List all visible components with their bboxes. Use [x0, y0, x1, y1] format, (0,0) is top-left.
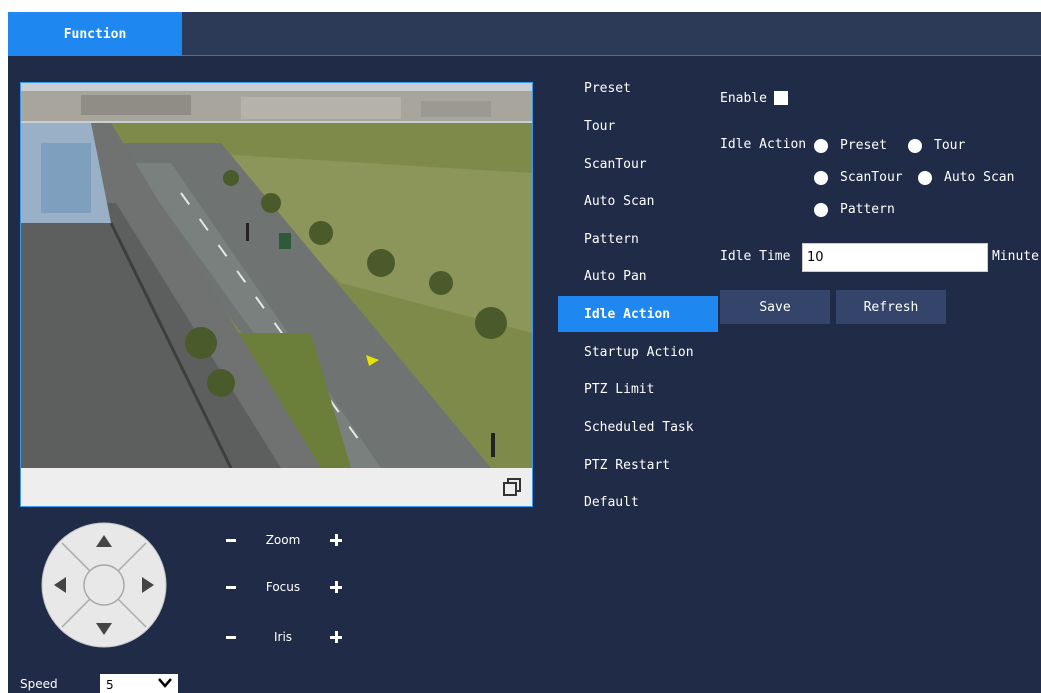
- ptz-direction-pad[interactable]: [40, 521, 168, 649]
- menu-item-ptz-restart[interactable]: PTZ Restart: [558, 447, 718, 483]
- radio-auto-scan[interactable]: [918, 171, 932, 185]
- live-video-view[interactable]: [21, 83, 532, 468]
- zoom-control: Zoom: [222, 528, 362, 552]
- focus-label: Focus: [265, 580, 301, 594]
- speed-label: Speed: [20, 677, 58, 691]
- enable-checkbox[interactable]: [774, 91, 788, 105]
- save-button[interactable]: Save: [720, 290, 830, 324]
- radio-preset[interactable]: [814, 139, 828, 153]
- zoom-label: Zoom: [265, 533, 301, 547]
- radio-preset-label: Preset: [840, 138, 887, 153]
- iris-label: Iris: [273, 630, 293, 644]
- idle-action-label: Idle Action: [720, 137, 807, 152]
- menu-item-startup-action[interactable]: Startup Action: [558, 334, 718, 370]
- radio-tour[interactable]: [908, 139, 922, 153]
- menu-item-ptz-limit[interactable]: PTZ Limit: [558, 371, 718, 407]
- menu-item-tour[interactable]: Tour: [558, 108, 718, 144]
- radio-tour-label: Tour: [934, 138, 966, 153]
- enable-label: Enable: [720, 91, 767, 106]
- menu-item-auto-pan[interactable]: Auto Pan: [558, 258, 718, 294]
- menu-item-auto-scan[interactable]: Auto Scan: [558, 183, 718, 219]
- top-bar: Function: [8, 12, 1041, 56]
- idle-time-input[interactable]: 10: [802, 243, 988, 272]
- iris-close-button[interactable]: [222, 627, 240, 647]
- radio-pattern-label: Pattern: [840, 202, 895, 217]
- tab-function[interactable]: Function: [8, 12, 182, 56]
- top-strip: [0, 0, 1041, 12]
- minus-icon: [226, 538, 236, 542]
- menu-item-pattern[interactable]: Pattern: [558, 221, 718, 257]
- radio-scantour[interactable]: [814, 171, 828, 185]
- minus-icon: [226, 585, 236, 589]
- focus-out-button[interactable]: [222, 577, 240, 597]
- live-video-frame: [20, 82, 533, 507]
- radio-scantour-label: ScanTour: [840, 170, 903, 185]
- radio-auto-scan-label: Auto Scan: [944, 170, 1015, 185]
- zoom-out-button[interactable]: [222, 530, 240, 550]
- radio-pattern[interactable]: [814, 203, 828, 217]
- camera-scene-image: [21, 83, 532, 468]
- idle-time-unit: Minute: [992, 249, 1039, 264]
- iris-open-button[interactable]: [326, 627, 346, 647]
- zoom-in-button[interactable]: [326, 530, 346, 550]
- idle-time-label: Idle Time: [720, 249, 791, 264]
- speed-value: 5: [106, 678, 114, 692]
- menu-item-scantour[interactable]: ScanTour: [558, 146, 718, 182]
- chevron-down-icon: [158, 678, 172, 688]
- menu-item-default[interactable]: Default: [558, 484, 718, 520]
- focus-in-button[interactable]: [326, 577, 346, 597]
- menu-item-scheduled-task[interactable]: Scheduled Task: [558, 409, 718, 445]
- app-window: Function Zoom Focus Iris Speed 5 Preset …: [0, 0, 1041, 693]
- minus-icon: [226, 635, 236, 639]
- refresh-button[interactable]: Refresh: [836, 290, 946, 324]
- menu-item-idle-action[interactable]: Idle Action: [558, 296, 718, 332]
- focus-control: Focus: [222, 575, 362, 599]
- speed-select[interactable]: 5: [100, 674, 178, 693]
- window-restore-icon[interactable]: [502, 477, 522, 497]
- video-toolbar: [21, 468, 532, 506]
- iris-control: Iris: [222, 625, 362, 649]
- menu-item-preset[interactable]: Preset: [558, 70, 718, 106]
